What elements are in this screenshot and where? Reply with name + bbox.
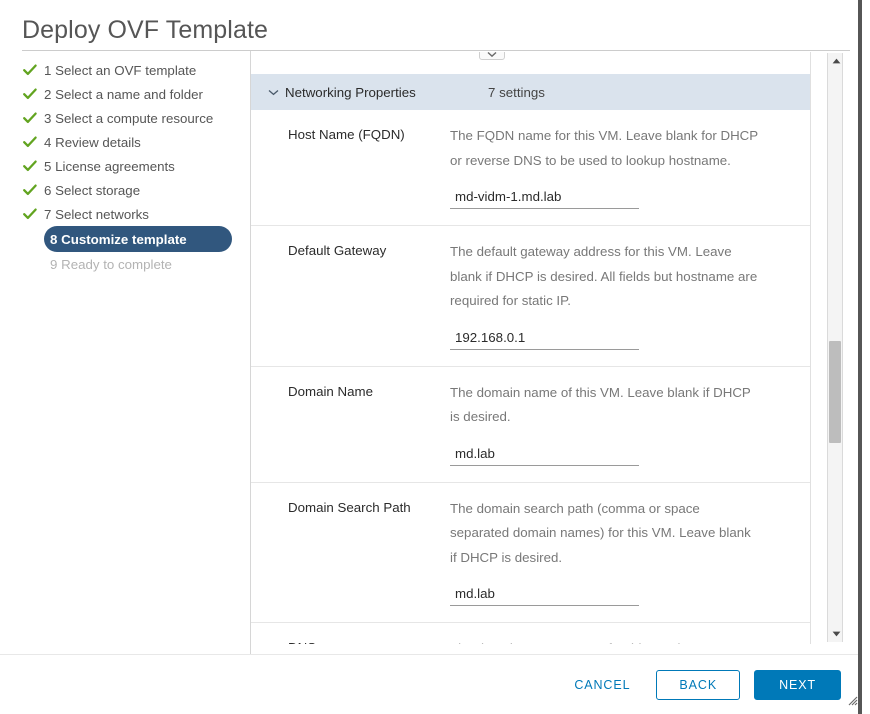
wizard-step-4[interactable]: 4 Review details <box>0 130 250 154</box>
chevron-down-icon[interactable] <box>265 89 281 96</box>
wizard-step-9[interactable]: 9 Ready to complete <box>0 252 250 276</box>
window-outer-margin <box>862 0 870 714</box>
next-button[interactable]: NEXT <box>754 669 841 700</box>
wizard-step-3[interactable]: 3 Select a compute resource <box>0 106 250 130</box>
wizard-step-1[interactable]: 1 Select an OVF template <box>0 58 250 82</box>
property-body: The FQDN name for this VM. Leave blank f… <box>450 124 810 209</box>
wizard-step-label: 2 Select a name and folder <box>44 86 203 102</box>
wizard-step-list: 1 Select an OVF template 2 Select a name … <box>0 58 250 654</box>
check-icon <box>22 86 38 102</box>
property-row: Host Name (FQDN) The FQDN name for this V… <box>251 110 810 226</box>
property-description: The domain search path (comma or space s… <box>450 500 751 565</box>
property-description: The domain name of this VM. Leave blank … <box>450 384 751 425</box>
back-button[interactable]: BACK <box>656 669 741 700</box>
property-input[interactable] <box>450 187 639 209</box>
section-header-networking-properties[interactable]: Networking Properties 7 settings <box>251 74 810 110</box>
wizard-step-6[interactable]: 6 Select storage <box>0 178 250 202</box>
property-label: Default Gateway <box>288 243 387 258</box>
scroll-up-arrow-icon[interactable] <box>828 53 844 69</box>
panel-collapse-handle[interactable] <box>479 52 505 60</box>
scroll-down-arrow-icon[interactable] <box>828 626 844 642</box>
check-icon <box>22 206 38 222</box>
wizard-step-label: 9 Ready to complete <box>50 256 172 272</box>
page-title: Deploy OVF Template <box>22 16 268 44</box>
wizard-step-7[interactable]: 7 Select networks <box>0 202 250 226</box>
wizard-step-label: 4 Review details <box>44 134 141 150</box>
property-body: The domain name servers for this VM (com… <box>450 637 810 644</box>
property-row: Default Gateway The default gateway addre… <box>251 226 810 367</box>
property-row: DNSThe domain name servers for this VM (… <box>251 623 810 644</box>
property-description: The default gateway address for this VM.… <box>450 244 758 308</box>
wizard-step-label: 8 Customize template <box>50 231 187 247</box>
property-body: The default gateway address for this VM.… <box>450 240 810 350</box>
property-input[interactable] <box>450 443 639 466</box>
wizard-step-label: 1 Select an OVF template <box>44 62 197 78</box>
check-icon <box>22 182 38 198</box>
property-label: Domain Name <box>288 383 373 399</box>
title-divider <box>22 50 850 51</box>
section-settings-count: 7 settings <box>488 84 545 100</box>
wizard-step-label: 3 Select a compute resource <box>44 110 214 126</box>
scrollbar-thumb[interactable] <box>829 341 841 443</box>
property-body: The domain name of this VM. Leave blank … <box>450 381 810 466</box>
property-input[interactable] <box>450 584 639 606</box>
property-label: DNS <box>251 637 450 644</box>
property-input[interactable] <box>450 327 639 350</box>
resize-grip-icon[interactable] <box>846 694 858 706</box>
property-body: The domain search path (comma or space s… <box>450 497 810 606</box>
check-icon <box>22 110 38 126</box>
property-rows: Host Name (FQDN) The FQDN name for this V… <box>251 110 810 644</box>
wizard-step-label: 5 License agreements <box>44 158 175 174</box>
property-description: The domain name servers for this VM (com… <box>450 637 760 644</box>
wizard-step-5[interactable]: 5 License agreements <box>0 154 250 178</box>
deploy-ovf-template-wizard: Deploy OVF Template 1 Select an OVF temp… <box>0 0 870 714</box>
section-title: Networking Properties <box>285 84 416 100</box>
chevron-down-icon <box>487 52 497 58</box>
cancel-button[interactable]: CANCEL <box>562 670 642 700</box>
customize-template-panel: Networking Properties 7 settings Host Na… <box>251 52 811 644</box>
wizard-step-8[interactable]: 8 Customize template <box>44 226 232 252</box>
wizard-step-2[interactable]: 2 Select a name and folder <box>0 82 250 106</box>
property-label: Domain Search Path <box>288 499 411 515</box>
wizard-step-label: 6 Select storage <box>44 182 141 198</box>
wizard-step-label: 7 Select networks <box>44 206 149 222</box>
property-label: Host Name (FQDN) <box>288 127 405 142</box>
property-description: The FQDN name for this VM. Leave blank f… <box>450 128 758 168</box>
check-icon <box>22 134 38 150</box>
property-row: Domain Search Path The domain search path… <box>251 483 810 623</box>
check-icon <box>22 158 38 174</box>
property-row: Domain Name The domain name of this VM. L… <box>251 367 810 483</box>
content-scrollbar[interactable] <box>827 53 843 642</box>
check-icon <box>22 62 38 78</box>
wizard-footer: CANCEL BACK NEXT <box>0 654 858 714</box>
